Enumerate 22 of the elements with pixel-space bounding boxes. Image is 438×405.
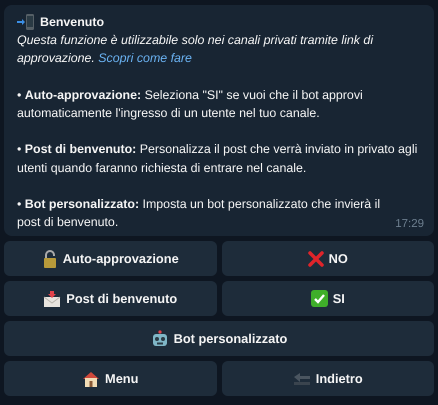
bullet-paragraph: • Bot personalizzato: Imposta un bot personalizzato che invierà il post di benvenuto.	[17, 196, 382, 232]
keyboard-button[interactable]: Menu	[4, 361, 216, 396]
bullet-paragraph: • Auto-approvazione: Seleziona "SI" se vuoi che il bot approvi automaticamente l'ingresso di un utente nel tuo canale.	[17, 86, 364, 122]
help-link[interactable]: Scopri come fare	[98, 51, 192, 66]
robot-icon	[150, 330, 169, 348]
keyboard-button[interactable]: Auto-approvazione	[4, 241, 216, 276]
bullet-paragraph: • Post di benvenuto: Personalizza il post che verrà inviato in privato agli utenti quando faranno richiesta di entrare nel canale.	[17, 141, 418, 177]
cross-icon	[308, 250, 324, 267]
envelope-icon	[43, 290, 62, 308]
keyboard-button[interactable]: Bot personalizzato	[4, 321, 434, 356]
intro-text: Questa funzione è utilizzabile solo nei canali privati tramite link di approvazione. Scopri come fare	[17, 32, 374, 68]
message-title: Benvenuto	[40, 14, 104, 31]
keyboard-button[interactable]: SI	[222, 281, 434, 316]
back-arrow-icon	[292, 372, 311, 386]
keyboard-button[interactable]: Post di benvenuto	[4, 281, 216, 316]
padlock-icon	[42, 250, 58, 268]
keyboard-button[interactable]: NO	[222, 241, 434, 276]
check-icon	[310, 290, 328, 308]
message-time: 17:29	[395, 217, 424, 232]
house-icon	[82, 370, 100, 388]
phone-arrow-icon	[17, 14, 35, 30]
keyboard-button[interactable]: Indietro	[222, 361, 434, 396]
